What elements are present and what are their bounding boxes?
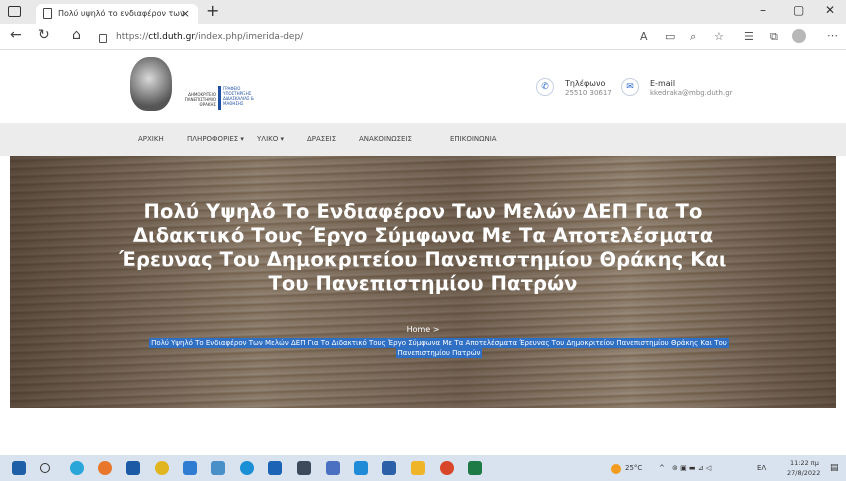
close-window-button[interactable]: ✕ [825, 3, 835, 17]
url-prefix: https:// [116, 32, 149, 42]
notifications-icon[interactable]: ▤ [830, 463, 839, 473]
address-input[interactable]: https://ctl.duth.gr/index.php/imerida-de… [116, 32, 303, 42]
favorites-icon[interactable]: ☰ [744, 30, 754, 43]
logo-divider [218, 86, 221, 110]
site-header [0, 51, 846, 123]
university-logo[interactable] [130, 57, 172, 111]
immersive-reader-icon[interactable]: ▭ [665, 30, 675, 43]
menu-contact[interactable]: ΕΠΙΚΟΙΝΩΝΙΑ [450, 135, 497, 143]
back-icon[interactable]: ← [10, 27, 22, 43]
breadcrumb-home[interactable]: Home > [0, 325, 846, 334]
show-hidden-icon[interactable]: ^ [659, 464, 665, 472]
page-icon [43, 8, 52, 19]
main-menu [0, 123, 846, 156]
refresh-icon[interactable]: ↻ [38, 27, 50, 43]
phone-value[interactable]: 25510 30617 [565, 89, 612, 97]
menu-material[interactable]: ΥΛΙΚΟ ▾ [257, 135, 284, 143]
maximize-button[interactable]: ▢ [793, 3, 804, 17]
excel-icon[interactable] [468, 461, 482, 475]
tab-close-button[interactable]: × [181, 7, 190, 20]
phone-icon: ✆ [536, 78, 554, 96]
file-explorer-icon[interactable] [411, 461, 425, 475]
page-title: Πολύ Υψηλό Το Ενδιαφέρον Των Μελών ΔΕΠ Γ… [119, 200, 727, 295]
more-icon[interactable]: ⋯ [827, 29, 838, 42]
firefox-icon[interactable] [98, 461, 112, 475]
tab-actions-icon[interactable] [8, 6, 21, 17]
language-indicator[interactable]: ΕΛ [757, 464, 766, 472]
menu-home[interactable]: ΑΡΧΙΚΗ [138, 135, 164, 143]
skype-icon[interactable] [240, 461, 254, 475]
lock-icon[interactable] [99, 34, 107, 43]
temperature[interactable]: 25°C [625, 464, 642, 472]
mail-icon[interactable] [183, 461, 197, 475]
menu-announcements[interactable]: ΑΝΑΚΟΙΝΩΣΕΙΣ [359, 135, 412, 143]
tray-icons[interactable]: ⊚ ▣ ▬ ⊿ ◁ [672, 464, 711, 472]
calculator-icon[interactable] [297, 461, 311, 475]
chrome-icon[interactable] [155, 461, 169, 475]
email-value[interactable]: kkedraka@mbg.duth.gr [650, 89, 733, 97]
favorite-icon[interactable]: ☆ [714, 30, 724, 43]
phone-title: Τηλέφωνο [565, 79, 606, 88]
menu-info[interactable]: ΠΛΗΡΟΦΟΡΙΕΣ ▾ [187, 135, 244, 143]
weather-icon[interactable] [611, 464, 621, 474]
calendar-icon[interactable] [126, 461, 140, 475]
tab-title: Πολύ υψηλό το ενδιαφέρον των [58, 9, 185, 18]
outlook-icon[interactable] [211, 461, 225, 475]
menu-actions[interactable]: ΔΡΑΣΕΙΣ [307, 135, 336, 143]
clock-date[interactable]: 27/8/2022 [787, 469, 820, 477]
breadcrumb-current: Πολύ Υψηλό Το Ενδιαφέρον Των Μελών ΔΕΠ Γ… [138, 338, 740, 358]
search-icon[interactable] [40, 463, 50, 473]
new-tab-button[interactable]: + [206, 1, 219, 20]
profile-avatar[interactable] [792, 29, 806, 43]
read-aloud-icon[interactable]: A [640, 30, 648, 43]
media-icon[interactable] [440, 461, 454, 475]
word-icon[interactable] [382, 461, 396, 475]
email-icon: ✉ [621, 78, 639, 96]
browser-tab[interactable]: Πολύ υψηλό το ενδιαφέρον των × [36, 4, 198, 24]
logo-university-text: ΔΗΜΟΚΡΙΤΕΙΟ ΠΑΝΕΠΙΣΤΗΜΙΟ ΘΡΑΚΗΣ [184, 92, 216, 107]
zoom-icon[interactable]: ⌕ [690, 30, 696, 44]
minimize-button[interactable]: – [760, 3, 766, 17]
photos-icon[interactable] [354, 461, 368, 475]
breadcrumb-current-text: Πολύ Υψηλό Το Ενδιαφέρον Των Μελών ΔΕΠ Γ… [149, 338, 729, 358]
start-icon[interactable] [12, 461, 26, 475]
url-host: ctl.duth.gr [148, 32, 196, 42]
home-icon[interactable]: ⌂ [72, 27, 81, 43]
clock-time[interactable]: 11:22 πμ [790, 459, 819, 467]
teams-icon[interactable] [326, 461, 340, 475]
url-path: /index.php/imerida-dep/ [195, 32, 304, 42]
collections-icon[interactable]: ⧉ [770, 30, 778, 44]
email-title: E-mail [650, 79, 676, 88]
remote-icon[interactable] [268, 461, 282, 475]
edge-icon[interactable] [70, 461, 84, 475]
logo-office-text: ΓΡΑΦΕΙΟ ΥΠΟΣΤΗΡΙΞΗΣ ΔΙΔΑΣΚΑΛΙΑΣ & ΜΑΘΗΣΗ… [223, 86, 254, 106]
